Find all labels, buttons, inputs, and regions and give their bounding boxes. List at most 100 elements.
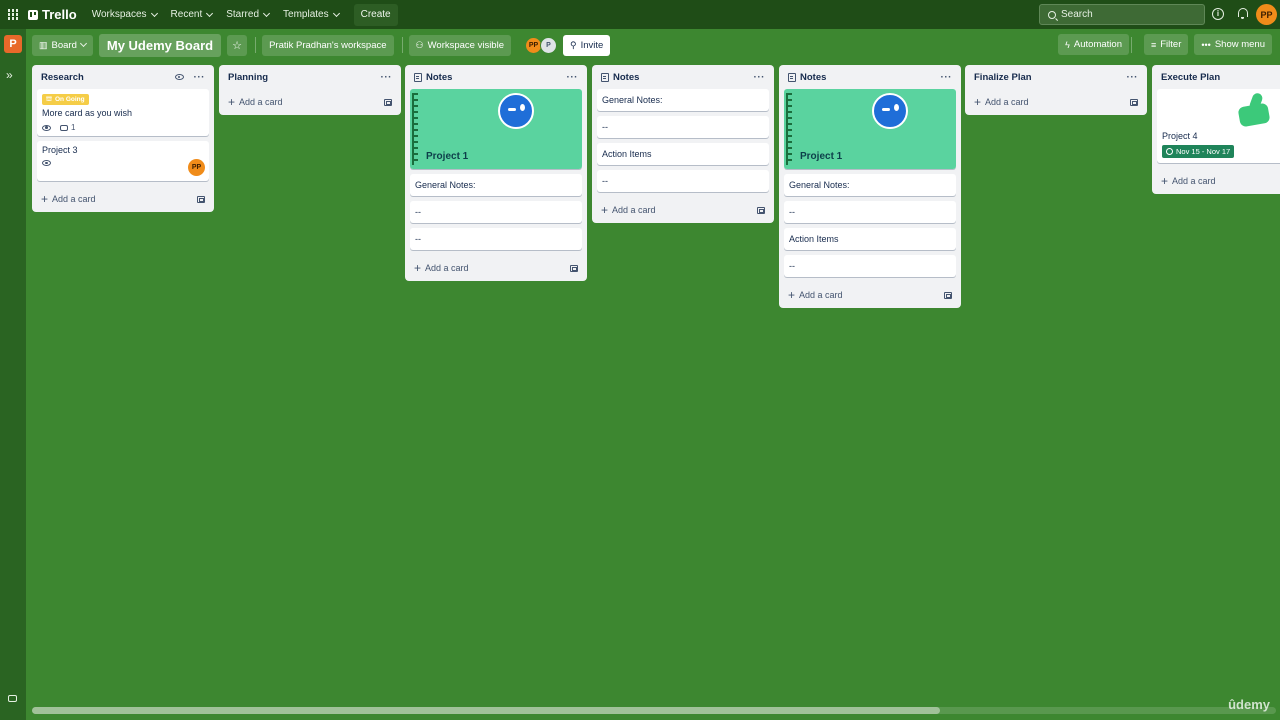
list-header[interactable]: Finalize Plan ··· (970, 65, 1142, 89)
list-menu-icon[interactable]: ··· (941, 72, 953, 83)
list-header[interactable]: Notes ··· (597, 65, 769, 89)
list-menu-icon[interactable]: ··· (567, 72, 579, 83)
show-menu-button[interactable]: ••• Show menu (1194, 34, 1272, 55)
card-title: Project 1 (800, 151, 843, 162)
list-header[interactable]: Notes ··· (784, 65, 956, 89)
template-icon[interactable] (1130, 98, 1138, 106)
user-avatar[interactable]: PP (1256, 4, 1277, 25)
list-title[interactable]: Finalize Plan (974, 72, 1127, 83)
nav-templates[interactable]: Templates (276, 4, 346, 26)
clock-icon (1166, 148, 1173, 155)
card-separator[interactable]: -- (784, 255, 956, 277)
list-title[interactable]: Research (41, 72, 175, 83)
list-title[interactable]: Notes (601, 72, 754, 83)
invite-button[interactable]: ⚲ Invite (563, 34, 611, 56)
lightning-icon: ϟ (1065, 39, 1070, 50)
nav-recent[interactable]: Recent (164, 4, 220, 26)
card-label[interactable]: ⛫ On Going (42, 94, 89, 105)
list-title[interactable]: Notes (788, 72, 941, 83)
add-card-row: + Add a card (410, 255, 582, 281)
list-menu-icon[interactable]: ··· (194, 72, 206, 83)
list-title[interactable]: Notes (414, 72, 567, 83)
list-header[interactable]: Planning ··· (224, 65, 396, 89)
member-avatar[interactable]: P (540, 36, 557, 54)
card-separator[interactable]: -- (784, 201, 956, 223)
notes-icon (414, 72, 422, 82)
trello-logo[interactable]: Trello (28, 7, 77, 22)
create-button[interactable]: Create (353, 3, 398, 26)
horizontal-scrollbar[interactable] (32, 707, 1276, 714)
card-project-1[interactable]: Project 1 (410, 89, 582, 169)
expand-sidebar-icon[interactable]: » (6, 68, 13, 82)
template-icon[interactable] (197, 195, 205, 203)
global-header: Trello Workspaces Recent Starred Templat… (0, 0, 1280, 29)
scrollbar-thumb[interactable] (32, 707, 940, 714)
card-project-4[interactable]: Project 4 Nov 15 - Nov 17 (1157, 89, 1280, 163)
card-action-items[interactable]: Action Items (784, 228, 956, 250)
thumbs-up-icon (1237, 91, 1273, 128)
template-icon[interactable] (757, 206, 765, 214)
card-separator[interactable]: -- (410, 201, 582, 223)
watch-icon (174, 74, 184, 80)
card-general-notes[interactable]: General Notes: (784, 174, 956, 196)
add-card-button[interactable]: + Add a card (228, 96, 283, 108)
list-header[interactable]: Research ··· (37, 65, 209, 89)
list-title[interactable]: Planning (228, 72, 381, 83)
app-switcher-icon[interactable] (0, 0, 26, 29)
add-card-button[interactable]: + Add a card (41, 193, 96, 205)
feedback-icon[interactable] (8, 695, 17, 702)
card-general-notes[interactable]: General Notes: (597, 89, 769, 111)
star-board-icon[interactable]: ☆ (227, 34, 248, 56)
info-icon[interactable]: i (1212, 8, 1224, 20)
workspace-sidebar: P » (0, 29, 26, 720)
automation-button[interactable]: ϟ Automation (1058, 34, 1129, 55)
notes-icon (788, 72, 796, 82)
plus-icon: + (414, 260, 422, 275)
card-separator[interactable]: -- (597, 170, 769, 192)
list-header[interactable]: Notes ··· (410, 65, 582, 89)
add-card-button[interactable]: + Add a card (1161, 175, 1216, 187)
visibility-button[interactable]: ⚇ Workspace visible (408, 34, 511, 56)
add-card-row: + Add a card (597, 197, 769, 223)
add-card-button[interactable]: + Add a card (414, 260, 469, 275)
search-input[interactable]: Search (1039, 4, 1205, 25)
add-card-button[interactable]: + Add a card (788, 289, 843, 301)
nav-workspaces[interactable]: Workspaces (85, 4, 164, 26)
template-icon[interactable] (944, 291, 952, 299)
nav-starred[interactable]: Starred (219, 4, 276, 26)
list-menu-icon[interactable]: ··· (381, 72, 393, 83)
add-card-button[interactable]: + Add a card (601, 204, 656, 216)
more-icon: ••• (1201, 39, 1211, 50)
card-general-notes[interactable]: General Notes: (410, 174, 582, 196)
card-action-items[interactable]: Action Items (597, 143, 769, 165)
chevron-down-icon (262, 9, 271, 17)
notebook-spiral-icon (786, 93, 792, 165)
workspace-button[interactable]: Pratik Pradhan's workspace (262, 34, 394, 56)
card-separator[interactable]: -- (410, 228, 582, 250)
comment-icon (60, 124, 68, 131)
card-project-3[interactable]: Project 3 PP (37, 141, 209, 181)
card-separator[interactable]: -- (597, 116, 769, 138)
card-cover: Project 1 (410, 89, 582, 169)
board-view-switcher[interactable]: ▥ Board (32, 34, 93, 56)
list-title[interactable]: Execute Plan (1161, 72, 1276, 83)
card-more-card[interactable]: ⛫ On Going More card as you wish 1 (37, 89, 209, 136)
add-card-button[interactable]: + Add a card (974, 94, 1029, 109)
board-title[interactable]: My Udemy Board (98, 33, 222, 57)
board-view-icon: ▥ (39, 39, 48, 50)
template-icon[interactable] (570, 264, 578, 272)
list-menu-icon[interactable]: ··· (1127, 72, 1139, 83)
notifications-bell-icon[interactable] (1237, 7, 1248, 19)
list-header[interactable]: Execute Plan (1157, 65, 1280, 89)
board-members: PP P (525, 36, 557, 54)
due-date-badge[interactable]: Nov 15 - Nov 17 (1162, 145, 1235, 158)
list-menu-icon[interactable]: ··· (754, 72, 766, 83)
workspace-badge[interactable]: P (4, 35, 22, 53)
template-icon[interactable] (384, 98, 392, 106)
filter-button[interactable]: ≡ Filter (1143, 34, 1189, 55)
wink-face-icon (872, 93, 908, 129)
card-project-1[interactable]: Project 1 (784, 89, 956, 169)
card-member-avatar[interactable]: PP (188, 159, 205, 176)
plus-icon: + (974, 94, 982, 109)
add-card-row: + Add a card (784, 282, 956, 308)
